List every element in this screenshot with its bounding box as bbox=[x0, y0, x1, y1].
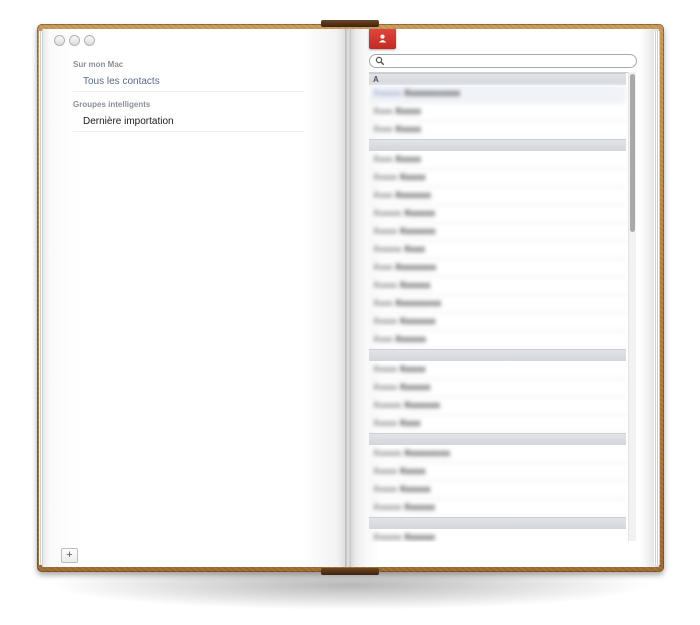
contact-row[interactable]: Xxxxx Xxxx bbox=[369, 415, 626, 433]
contacts-scrollbar[interactable] bbox=[628, 72, 636, 541]
contact-last-name: Xxxxx bbox=[399, 364, 426, 374]
contact-last-name: Xxxxxx bbox=[404, 502, 436, 512]
contact-last-name: Xxxxxxx bbox=[395, 190, 432, 200]
contact-last-name: Xxxxxx bbox=[399, 280, 431, 290]
contact-row[interactable]: Xxxxxx Xxxx bbox=[369, 241, 626, 259]
contact-row[interactable]: Xxxxx Xxxxx bbox=[369, 361, 626, 379]
contact-first-name: Xxxxx bbox=[373, 280, 398, 290]
contact-last-name: Xxxxxxxx bbox=[395, 262, 437, 272]
contact-row[interactable]: Xxxxxx Xxxxxx bbox=[369, 529, 626, 542]
search-field[interactable] bbox=[369, 54, 637, 68]
contact-row[interactable]: Xxxxx Xxxxxx bbox=[369, 481, 626, 499]
contact-row[interactable]: Xxxxxx Xxxxxx bbox=[369, 499, 626, 517]
group-item-last-import[interactable]: Dernière importation bbox=[72, 113, 304, 132]
scroll-thumb[interactable] bbox=[630, 74, 635, 232]
contact-last-name: Xxxxxxx bbox=[399, 316, 436, 326]
contact-row[interactable]: Xxxx Xxxxx bbox=[369, 103, 626, 121]
contact-last-name: Xxxxxxxxx bbox=[404, 448, 451, 458]
contact-row[interactable]: Xxxxx Xxxxxx bbox=[369, 277, 626, 295]
contact-first-name: Xxxx bbox=[373, 154, 393, 164]
contact-last-name: Xxxxxx bbox=[404, 208, 436, 218]
close-button[interactable] bbox=[54, 35, 65, 46]
contact-first-name: Xxxx bbox=[373, 262, 393, 272]
section-header bbox=[369, 139, 626, 151]
contact-first-name: Xxxxxx bbox=[373, 244, 402, 254]
contact-first-name: Xxxxxx bbox=[373, 208, 402, 218]
group-item-all-contacts[interactable]: Tous les contacts bbox=[72, 73, 304, 92]
minimize-button[interactable] bbox=[69, 35, 80, 46]
contact-row[interactable]: Xxxxxx Xxxxxxxxx bbox=[369, 445, 626, 463]
contact-first-name: Xxxxx bbox=[373, 484, 398, 494]
contact-first-name: Xxxx bbox=[373, 298, 393, 308]
contact-first-name: Xxxx bbox=[373, 190, 393, 200]
contact-first-name: Xxxxx bbox=[373, 466, 398, 476]
contact-row[interactable]: Xxxx Xxxxx bbox=[369, 121, 626, 139]
contact-last-name: Xxxxxx bbox=[404, 532, 436, 542]
contact-row[interactable]: Xxxxx Xxxxxx bbox=[369, 379, 626, 397]
contact-row[interactable]: Xxxxxx Xxxxxxx bbox=[369, 397, 626, 415]
contact-first-name: Xxxxx bbox=[373, 418, 398, 428]
groups-sidebar: Sur mon Mac Tous les contacts Groupes in… bbox=[72, 60, 304, 140]
contact-row[interactable]: Xxxxxx Xxxxxx bbox=[369, 205, 626, 223]
zoom-button[interactable] bbox=[84, 35, 95, 46]
contact-last-name: Xxxxxxxxx bbox=[395, 298, 442, 308]
group-section: Sur mon Mac Tous les contacts bbox=[72, 60, 304, 92]
contacts-list-content: A Xxxxxx Xxxxxxxxxxx Xxxx Xxxxx Xxxx Xxxxx X… bbox=[369, 73, 626, 542]
contact-last-name: Xxxxxxxxxxx bbox=[404, 88, 461, 98]
contact-row[interactable]: Xxxx Xxxxxxx bbox=[369, 187, 626, 205]
contacts-list[interactable]: A Xxxxxx Xxxxxxxxxxx Xxxx Xxxxx Xxxx Xxxxx X… bbox=[369, 72, 634, 542]
section-header bbox=[369, 517, 626, 529]
group-section: Groupes intelligents Dernière importatio… bbox=[72, 100, 304, 132]
contact-row[interactable]: Xxxxx Xxxxx bbox=[369, 463, 626, 481]
section-header: A bbox=[369, 73, 626, 85]
contact-last-name: Xxxxx bbox=[395, 124, 422, 134]
contact-row[interactable]: Xxxxx Xxxxxxx bbox=[369, 313, 626, 331]
contact-last-name: Xxxxxx bbox=[395, 334, 427, 344]
cover-strap-top bbox=[321, 20, 379, 27]
page-stack-right bbox=[654, 31, 660, 565]
cover-strap-bottom bbox=[321, 568, 379, 575]
contact-first-name: Xxxx bbox=[373, 334, 393, 344]
magnifier-icon bbox=[375, 56, 385, 66]
contact-first-name: Xxxxxx bbox=[373, 502, 402, 512]
contact-first-name: Xxxxxx bbox=[373, 532, 402, 542]
contact-first-name: Xxxxx bbox=[373, 364, 398, 374]
section-header bbox=[369, 433, 626, 445]
contact-row[interactable]: Xxxxxx Xxxxxxxxxxx bbox=[369, 85, 626, 103]
group-header: Groupes intelligents bbox=[73, 100, 151, 109]
contact-first-name: Xxxx bbox=[373, 106, 393, 116]
contact-last-name: Xxxx bbox=[399, 418, 421, 428]
add-group-button[interactable]: + bbox=[61, 548, 78, 563]
contact-row[interactable]: Xxxxx Xxxxxxx bbox=[369, 223, 626, 241]
contact-row[interactable]: Xxxxx Xxxxx bbox=[369, 169, 626, 187]
book-spine bbox=[345, 29, 351, 567]
contact-last-name: Xxxxxx bbox=[399, 484, 431, 494]
search-input[interactable] bbox=[386, 55, 626, 67]
contact-first-name: Xxxxx bbox=[373, 382, 398, 392]
contact-last-name: Xxxxx bbox=[395, 106, 422, 116]
contact-first-name: Xxxxxx bbox=[373, 88, 402, 98]
contact-last-name: Xxxxx bbox=[399, 172, 426, 182]
contact-row[interactable]: Xxxx Xxxxx bbox=[369, 151, 626, 169]
contact-row[interactable]: Xxxx Xxxxxxxx bbox=[369, 259, 626, 277]
contact-last-name: Xxxxx bbox=[395, 154, 422, 164]
contact-first-name: Xxxxx bbox=[373, 316, 398, 326]
contact-first-name: Xxxx bbox=[373, 124, 393, 134]
contact-card-bookmark[interactable] bbox=[369, 29, 396, 49]
contact-first-name: Xxxxxx bbox=[373, 448, 402, 458]
contact-last-name: Xxxx bbox=[404, 244, 426, 254]
contact-last-name: Xxxxxxx bbox=[404, 400, 441, 410]
section-header bbox=[369, 349, 626, 361]
window-controls bbox=[54, 35, 95, 46]
contact-last-name: Xxxxxx bbox=[399, 382, 431, 392]
contact-first-name: Xxxxx bbox=[373, 172, 398, 182]
contact-first-name: Xxxxx bbox=[373, 226, 398, 236]
contact-row[interactable]: Xxxx Xxxxxxxxx bbox=[369, 295, 626, 313]
contact-first-name: Xxxxxx bbox=[373, 400, 402, 410]
contact-last-name: Xxxxx bbox=[399, 466, 426, 476]
person-icon bbox=[378, 34, 387, 43]
contact-row[interactable]: Xxxx Xxxxxx bbox=[369, 331, 626, 349]
group-header: Sur mon Mac bbox=[73, 60, 124, 69]
contact-last-name: Xxxxxxx bbox=[399, 226, 436, 236]
